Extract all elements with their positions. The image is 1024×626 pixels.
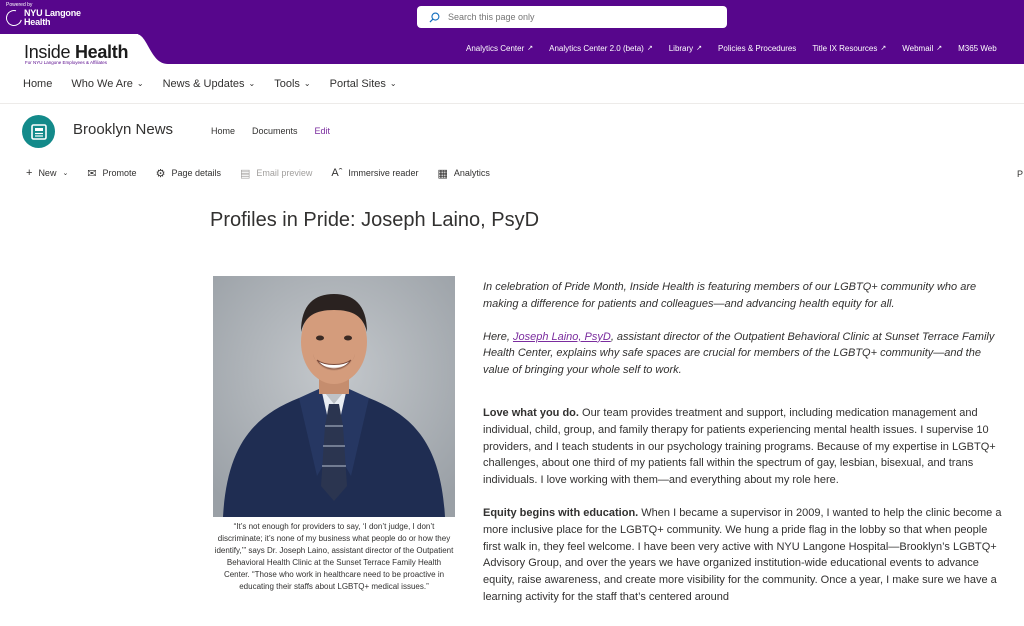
nav-item-who-we-are[interactable]: Who We Are ⌄: [71, 78, 143, 90]
analytics-icon: ▦: [437, 167, 448, 180]
nav-item-label: News & Updates: [162, 77, 245, 90]
main-navigation: Home Who We Are ⌄ News & Updates ⌄ Tools ⌄ Port…: [0, 64, 1024, 104]
site-nav-edit[interactable]: Edit: [315, 126, 331, 136]
paragraph-heading: Equity begins with education.: [483, 506, 639, 519]
nav-item-news-updates[interactable]: News & Updates ⌄: [163, 78, 256, 90]
hub-link-5[interactable]: Webmail ↗: [902, 44, 942, 53]
portrait-image: [213, 276, 455, 517]
search-input[interactable]: [448, 12, 698, 22]
analytics-button[interactable]: ▦ Analytics: [437, 167, 489, 180]
hub-links: Analytics Center ↗ Analytics Center 2.0 (b…: [466, 34, 1013, 62]
external-link-icon: ↗: [696, 45, 703, 52]
email-icon: ▤: [239, 167, 251, 180]
immersive-reader-button[interactable]: Aˆ Immersive reader: [331, 167, 418, 179]
body-paragraph-1: Love what you do. Our team provides trea…: [483, 407, 996, 487]
promote-button[interactable]: ✉ Promote: [87, 167, 136, 180]
nav-item-label: Home: [23, 77, 53, 90]
search-box[interactable]: [417, 6, 727, 28]
intro-paragraph-1: In celebration of Pride Month, Inside He…: [483, 281, 977, 310]
body-paragraph-2: Equity begins with education. When I bec…: [483, 506, 1002, 603]
chevron-down-icon: ⌄: [248, 79, 256, 88]
external-link-icon: ↗: [527, 45, 534, 52]
hub-link-label: Title IX Resources: [812, 43, 878, 53]
site-title[interactable]: Brooklyn News: [73, 121, 173, 138]
hub-link-label: Webmail: [902, 43, 934, 53]
article-body: Love what you do. Our team provides trea…: [483, 405, 1003, 622]
command-overflow[interactable]: P: [1017, 169, 1023, 179]
hub-link-0[interactable]: Analytics Center ↗: [466, 44, 533, 53]
command-label: Immersive reader: [348, 168, 419, 178]
nav-item-home[interactable]: Home: [23, 78, 52, 90]
chevron-down-icon: ⌄: [389, 79, 397, 88]
new-button[interactable]: + New ⌄: [26, 167, 68, 179]
hub-link-1[interactable]: Analytics Center 2.0 (beta) ↗: [549, 44, 653, 53]
email-preview-button[interactable]: ▤ Email preview: [240, 167, 312, 180]
intro-paragraph-2: Here, Joseph Laino, PsyD, assistant dire…: [483, 330, 995, 377]
command-label: Email preview: [256, 168, 313, 178]
external-link-icon: ↗: [936, 45, 943, 52]
hub-link-4[interactable]: Title IX Resources ↗: [812, 44, 886, 53]
nav-item-label: Portal Sites: [329, 77, 386, 90]
gear-icon: ⚙: [155, 167, 166, 180]
paragraph-heading: Love what you do.: [483, 407, 579, 419]
site-nav-documents[interactable]: Documents: [252, 126, 298, 136]
page-details-button[interactable]: ⚙ Page details: [156, 167, 221, 180]
hub-link-label: Analytics Center 2.0 (beta): [549, 43, 644, 53]
site-navigation: Home Documents Edit: [211, 126, 347, 136]
external-link-icon: ↗: [646, 45, 653, 52]
hub-link-label: Analytics Center: [466, 43, 525, 53]
command-label: Analytics: [453, 168, 490, 178]
hub-link-6[interactable]: M365 Web: [958, 44, 997, 53]
command-label: Page details: [171, 168, 221, 178]
article-intro: In celebration of Pride Month, Inside He…: [483, 279, 1003, 395]
reader-icon: Aˆ: [331, 167, 343, 179]
site-nav-home[interactable]: Home: [211, 126, 235, 136]
chevron-down-icon: ⌄: [136, 79, 144, 88]
nav-item-label: Who We Are: [71, 77, 133, 90]
hub-link-3[interactable]: Policies & Procedures: [718, 44, 796, 53]
logo-mark-icon: [3, 7, 25, 29]
site-logo[interactable]: [22, 115, 55, 148]
hub-link-label: Policies & Procedures: [718, 43, 797, 53]
external-link-icon: ↗: [880, 45, 887, 52]
joseph-laino-link[interactable]: Joseph Laino, PsyD: [513, 331, 611, 343]
logo-line-2: Health: [24, 17, 51, 27]
nyu-langone-logo[interactable]: Powered by NYU Langone Health: [3, 2, 81, 29]
promote-icon: ✉: [87, 167, 97, 180]
command-label: Promote: [102, 168, 137, 178]
search-icon: [429, 12, 440, 23]
command-label: New: [38, 168, 57, 178]
profile-photo: [213, 276, 455, 517]
top-bar: Powered by NYU Langone Health: [0, 0, 1024, 34]
newspaper-icon: [30, 123, 47, 140]
article-title: Profiles in Pride: Joseph Laino, PsyD: [210, 209, 540, 231]
nav-item-label: Tools: [274, 77, 300, 90]
photo-caption: “It’s not enough for providers to say, ‘…: [214, 522, 454, 591]
chevron-down-icon: ⌄: [62, 170, 69, 177]
chevron-down-icon: ⌄: [303, 79, 311, 88]
hub-link-label: Library: [668, 43, 694, 53]
command-bar: + New ⌄ ✉ Promote ⚙ Page details ▤ Email preview…: [26, 165, 509, 181]
nav-item-tools[interactable]: Tools ⌄: [274, 78, 310, 90]
nav-item-portal-sites[interactable]: Portal Sites ⌄: [330, 78, 397, 90]
plus-icon: +: [26, 167, 33, 179]
hub-link-label: M365 Web: [958, 43, 997, 53]
hub-link-2[interactable]: Library ↗: [669, 44, 702, 53]
